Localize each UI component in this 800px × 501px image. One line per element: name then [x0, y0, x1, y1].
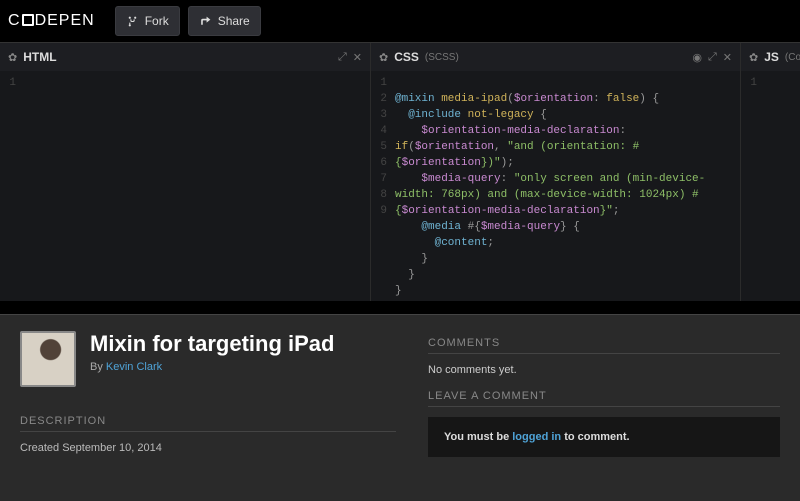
- gear-icon[interactable]: ✿: [749, 51, 758, 64]
- fork-button-label: Fork: [145, 14, 169, 28]
- leave-comment-block: LEAVE A COMMENT You must be logged in to…: [428, 390, 780, 471]
- share-button[interactable]: Share: [188, 6, 261, 36]
- fork-icon: [126, 15, 139, 28]
- js-panel: ✿ JS (Coffee 1: [740, 43, 800, 301]
- preview-area: [0, 302, 800, 314]
- editor-panels: ✿ HTML ⤢ ✕ 1 ✿ CSS (SCSS) ◉ ⤢ ✕ 12345678…: [0, 42, 800, 302]
- byline: By Kevin Clark: [90, 361, 334, 373]
- css-panel-header: ✿ CSS (SCSS) ◉ ⤢ ✕: [371, 43, 740, 71]
- expand-icon[interactable]: ⤢: [708, 51, 717, 64]
- login-text-after: to comment.: [561, 431, 629, 443]
- fork-button[interactable]: Fork: [115, 6, 180, 36]
- logo-text-right: DEPEN: [35, 12, 95, 30]
- login-text-before: You must be: [444, 431, 512, 443]
- description-label: DESCRIPTION: [20, 415, 396, 432]
- avatar[interactable]: [20, 331, 76, 387]
- eye-icon[interactable]: ◉: [692, 51, 702, 64]
- share-icon: [199, 15, 212, 28]
- js-panel-sublabel: (Coffee: [785, 52, 800, 63]
- description-text: Created September 10, 2014: [20, 442, 396, 454]
- author-link[interactable]: Kevin Clark: [106, 361, 162, 373]
- logo-text-left: C: [8, 12, 21, 30]
- html-panel-label: HTML: [23, 50, 56, 64]
- comments-block: COMMENTS No comments yet.: [428, 337, 780, 390]
- share-button-label: Share: [218, 14, 250, 28]
- gear-icon[interactable]: ✿: [379, 51, 388, 64]
- js-panel-header: ✿ JS (Coffee: [741, 43, 800, 71]
- css-panel: ✿ CSS (SCSS) ◉ ⤢ ✕ 123456789 @mixin medi…: [370, 43, 740, 301]
- js-editor[interactable]: 1: [741, 71, 800, 301]
- details-section: Mixin for targeting iPad By Kevin Clark …: [0, 314, 800, 501]
- css-code[interactable]: @mixin media-ipad($orientation: false) {…: [391, 71, 740, 301]
- gear-icon[interactable]: ✿: [8, 51, 17, 64]
- collapse-icon[interactable]: ✕: [723, 51, 732, 64]
- js-panel-label: JS: [764, 50, 779, 64]
- leave-comment-label: LEAVE A COMMENT: [428, 390, 780, 407]
- html-editor[interactable]: 1: [0, 71, 370, 301]
- top-bar: C DEPEN Fork Share: [0, 0, 800, 42]
- pen-title: Mixin for targeting iPad: [90, 331, 334, 357]
- login-required-box: You must be logged in to comment.: [428, 417, 780, 457]
- comments-label: COMMENTS: [428, 337, 780, 354]
- expand-icon[interactable]: ⤢: [338, 51, 347, 64]
- collapse-icon[interactable]: ✕: [353, 51, 362, 64]
- logo-square-icon: [22, 14, 34, 26]
- details-right: COMMENTS No comments yet. LEAVE A COMMEN…: [416, 315, 800, 501]
- html-panel-header: ✿ HTML ⤢ ✕: [0, 43, 370, 71]
- comments-empty-text: No comments yet.: [428, 354, 780, 390]
- by-prefix: By: [90, 361, 106, 373]
- logged-in-link[interactable]: logged in: [512, 431, 561, 443]
- css-panel-sublabel: (SCSS): [425, 52, 459, 63]
- codepen-logo: C DEPEN: [8, 12, 95, 30]
- css-panel-label: CSS: [394, 50, 419, 64]
- css-editor[interactable]: 123456789 @mixin media-ipad($orientation…: [371, 71, 740, 301]
- html-panel: ✿ HTML ⤢ ✕ 1: [0, 43, 370, 301]
- details-left: Mixin for targeting iPad By Kevin Clark …: [0, 315, 416, 501]
